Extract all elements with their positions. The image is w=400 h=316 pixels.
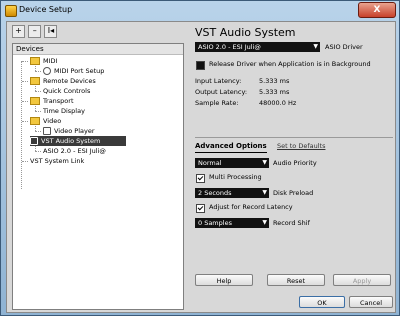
reset-device-button[interactable]: I◂ bbox=[44, 25, 58, 38]
folder-icon bbox=[30, 77, 40, 85]
tree-item-asio-driver[interactable]: ASIO 2.0 - ESI Juli@ bbox=[43, 146, 106, 156]
input-latency-label: Input Latency: bbox=[195, 77, 242, 85]
sample-rate-label: Sample Rate: bbox=[195, 99, 239, 107]
chevron-down-icon: ▼ bbox=[262, 219, 267, 226]
tree-item-vst-system-link[interactable]: VST System Link bbox=[30, 156, 84, 166]
help-button[interactable]: Help bbox=[195, 274, 253, 286]
tree-item-video-player[interactable]: Video Player bbox=[43, 126, 95, 136]
panel-title: VST Audio System bbox=[195, 26, 296, 39]
folder-icon bbox=[30, 97, 40, 105]
settings-panel: VST Audio System ASIO 2.0 - ESI Juli@ ▼ … bbox=[189, 22, 395, 312]
device-setup-window: Device Setup X + – I◂ Devices MIDI MIDI … bbox=[0, 0, 400, 316]
disk-preload-select[interactable]: 2 Seconds ▼ bbox=[195, 188, 269, 198]
apply-button[interactable]: Apply bbox=[333, 274, 391, 286]
multi-processing-label: Multi Processing bbox=[209, 173, 262, 181]
multi-processing-checkbox[interactable] bbox=[196, 174, 205, 183]
tree-item-video[interactable]: Video bbox=[30, 116, 61, 126]
audio-system-icon bbox=[30, 137, 38, 145]
devices-panel: Devices MIDI MIDI Port Setup Remote Devi… bbox=[12, 43, 184, 310]
output-latency-label: Output Latency: bbox=[195, 88, 248, 96]
window-title: Device Setup bbox=[19, 5, 73, 14]
chevron-down-icon: ▼ bbox=[262, 159, 267, 166]
add-device-button[interactable]: + bbox=[12, 25, 25, 38]
tree-item-time-display[interactable]: Time Display bbox=[43, 106, 85, 116]
release-driver-checkbox[interactable] bbox=[196, 61, 205, 70]
adjust-record-latency-label: Adjust for Record Latency bbox=[209, 203, 293, 211]
tree-item-midi-port-setup[interactable]: MIDI Port Setup bbox=[43, 66, 104, 76]
tree-item-remote-devices[interactable]: Remote Devices bbox=[30, 76, 96, 86]
record-shift-label: Record Shif bbox=[273, 219, 310, 227]
folder-icon bbox=[30, 117, 40, 125]
disk-preload-label: Disk Preload bbox=[273, 189, 314, 197]
divider bbox=[195, 137, 393, 138]
close-button[interactable]: X bbox=[358, 2, 396, 18]
record-shift-input[interactable]: 0 Samples ▼ bbox=[195, 218, 269, 228]
tree-item-vst-audio-system[interactable]: VST Audio System bbox=[30, 136, 126, 146]
audio-priority-select[interactable]: Normal ▼ bbox=[195, 158, 269, 168]
tree-item-midi[interactable]: MIDI bbox=[30, 56, 57, 66]
port-icon bbox=[43, 67, 51, 75]
folder-icon bbox=[30, 57, 40, 65]
chevron-down-icon: ▼ bbox=[313, 43, 318, 50]
devices-tree: MIDI MIDI Port Setup Remote Devices Quic… bbox=[13, 55, 183, 305]
devices-toolbar: + – I◂ bbox=[12, 25, 58, 39]
tree-item-quick-controls[interactable]: Quick Controls bbox=[43, 86, 90, 96]
tab-advanced-options[interactable]: Advanced Options bbox=[195, 141, 267, 153]
audio-priority-label: Audio Priority bbox=[273, 159, 317, 167]
output-latency-value: 5.333 ms bbox=[259, 88, 290, 96]
sample-rate-value: 48000.0 Hz bbox=[259, 99, 297, 107]
adjust-record-latency-checkbox[interactable] bbox=[196, 204, 205, 213]
title-bar: Device Setup X bbox=[1, 1, 399, 19]
dialog-client: + – I◂ Devices MIDI MIDI Port Setup Remo… bbox=[6, 21, 396, 313]
reset-button[interactable]: Reset bbox=[267, 274, 325, 286]
app-icon bbox=[5, 5, 17, 17]
set-to-defaults-link[interactable]: Set to Defaults bbox=[277, 141, 325, 151]
video-icon bbox=[43, 127, 51, 135]
ok-button[interactable]: OK bbox=[299, 296, 345, 308]
chevron-down-icon: ▼ bbox=[262, 189, 267, 196]
tree-item-transport[interactable]: Transport bbox=[30, 96, 74, 106]
remove-device-button[interactable]: – bbox=[28, 25, 42, 38]
cancel-button[interactable]: Cancel bbox=[349, 296, 393, 308]
release-driver-label: Release Driver when Application is in Ba… bbox=[209, 60, 371, 68]
asio-driver-label: ASIO Driver bbox=[325, 43, 363, 51]
input-latency-value: 5.333 ms bbox=[259, 77, 290, 85]
asio-driver-select[interactable]: ASIO 2.0 - ESI Juli@ ▼ bbox=[195, 42, 320, 52]
devices-header: Devices bbox=[13, 44, 183, 55]
